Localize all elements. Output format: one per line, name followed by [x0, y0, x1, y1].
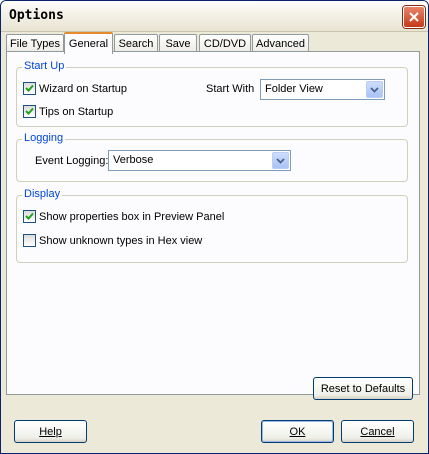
- logging-group: Logging Event Logging: Verbose: [16, 132, 408, 182]
- window-title: Options: [9, 8, 64, 23]
- display-legend: Display: [22, 188, 63, 200]
- start-with-value: Folder View: [265, 83, 323, 95]
- chevron-down-icon: [370, 86, 379, 93]
- show-properties-label[interactable]: Show properties box in Preview Panel: [39, 211, 224, 223]
- tab-advanced[interactable]: Advanced: [252, 34, 309, 52]
- help-button[interactable]: Help: [14, 420, 87, 443]
- ok-button-label: OK: [289, 425, 306, 438]
- tab-label: File Types: [10, 37, 60, 50]
- ok-button[interactable]: OK: [261, 420, 334, 443]
- wizard-on-startup-checkbox[interactable]: [23, 82, 36, 95]
- tab-general[interactable]: General: [64, 32, 113, 54]
- tab-label: Advanced: [256, 37, 305, 50]
- wizard-on-startup-label[interactable]: Wizard on Startup: [39, 83, 127, 95]
- logging-legend: Logging: [22, 132, 66, 144]
- tab-label: General: [68, 38, 109, 50]
- start-with-dropdown[interactable]: Folder View: [260, 79, 385, 100]
- tab-search[interactable]: Search: [114, 34, 158, 52]
- dialog-client: File Types General Search Save CD/DVD Ad…: [1, 32, 428, 453]
- event-logging-label: Event Logging:: [35, 155, 109, 167]
- display-group: Display Show properties box in Preview P…: [16, 188, 408, 263]
- tab-label: Save: [165, 37, 191, 50]
- tips-on-startup-label[interactable]: Tips on Startup: [39, 106, 113, 118]
- tab-cd-dvd[interactable]: CD/DVD: [199, 34, 251, 52]
- show-unknown-types-label[interactable]: Show unknown types in Hex view: [39, 235, 202, 247]
- options-dialog: Options File Types General Search Save C…: [0, 0, 429, 454]
- checkmark-icon: [25, 84, 34, 92]
- help-button-label: Help: [39, 425, 62, 438]
- title-bar[interactable]: Options: [1, 1, 428, 32]
- reset-to-defaults-button[interactable]: Reset to Defaults: [313, 377, 413, 400]
- dropdown-button[interactable]: [272, 152, 289, 169]
- tips-on-startup-checkbox[interactable]: [23, 105, 36, 118]
- show-properties-checkbox[interactable]: [23, 210, 36, 223]
- startup-legend: Start Up: [22, 60, 67, 72]
- general-tab-panel: Start Up Wizard on Startup Tips on Start…: [6, 51, 420, 400]
- reset-button-label: Reset to Defaults: [320, 382, 406, 395]
- close-button[interactable]: [403, 6, 425, 28]
- cancel-button-label: Cancel: [360, 425, 395, 438]
- close-icon: [409, 12, 419, 22]
- tab-file-types[interactable]: File Types: [6, 34, 64, 52]
- checkmark-icon: [25, 212, 34, 220]
- tab-label: CD/DVD: [203, 37, 247, 50]
- tab-label: Search: [118, 37, 154, 50]
- event-logging-dropdown[interactable]: Verbose: [108, 150, 291, 171]
- start-with-label: Start With: [206, 83, 255, 95]
- cancel-button[interactable]: Cancel: [341, 420, 414, 443]
- dropdown-button[interactable]: [366, 81, 383, 98]
- checkmark-icon: [25, 107, 34, 115]
- show-unknown-types-checkbox[interactable]: [23, 234, 36, 247]
- chevron-down-icon: [276, 157, 285, 164]
- tab-save[interactable]: Save: [159, 34, 197, 52]
- event-logging-value: Verbose: [113, 154, 154, 166]
- startup-group: Start Up Wizard on Startup Tips on Start…: [16, 60, 408, 127]
